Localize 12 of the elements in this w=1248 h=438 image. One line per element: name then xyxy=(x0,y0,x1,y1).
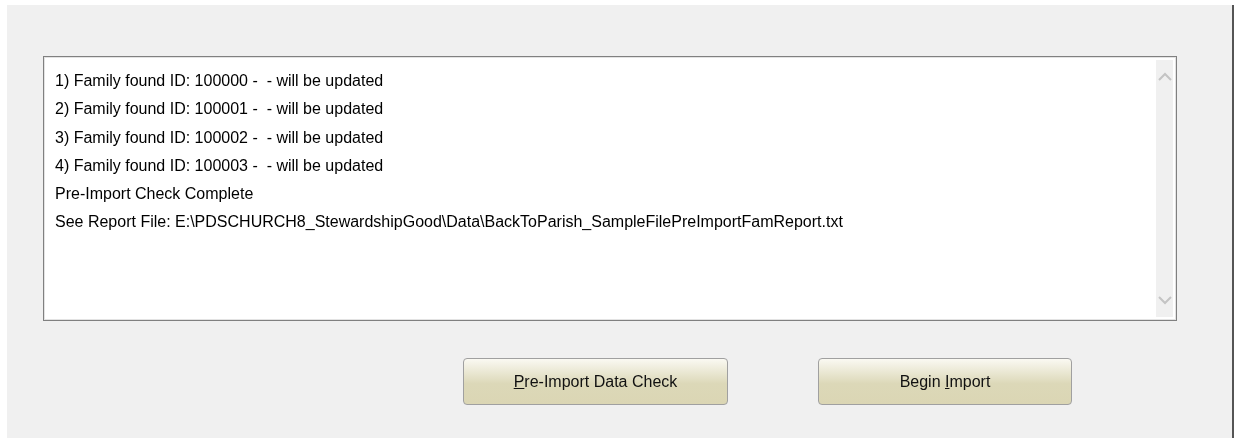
scroll-down-icon[interactable] xyxy=(1157,296,1172,305)
log-box[interactable] xyxy=(43,56,1177,321)
log-line: Pre-Import Check Complete xyxy=(55,184,255,205)
log-line: 4) Family found ID: 100003 - - will be updated xyxy=(55,155,385,176)
log-line: 1) Family found ID: 100000 - - will be updated xyxy=(55,71,385,91)
log-line: 3) Family found ID: 100002 - - will be updated xyxy=(55,127,385,148)
log-line: See Report File: E:\PDSCHURCH8_StewardshipGood\Data\BackToParish_SampleFilePreImportFamReport.txt xyxy=(55,212,844,233)
log-line: 2) Family found ID: 100001 - - will be updated xyxy=(55,99,385,120)
scrollbar[interactable] xyxy=(1156,60,1173,317)
action-button[interactable]: Begin Import xyxy=(818,358,1072,405)
action-button[interactable]: Pre-Import Data Check xyxy=(463,358,728,405)
scroll-up-icon[interactable] xyxy=(1157,72,1172,81)
